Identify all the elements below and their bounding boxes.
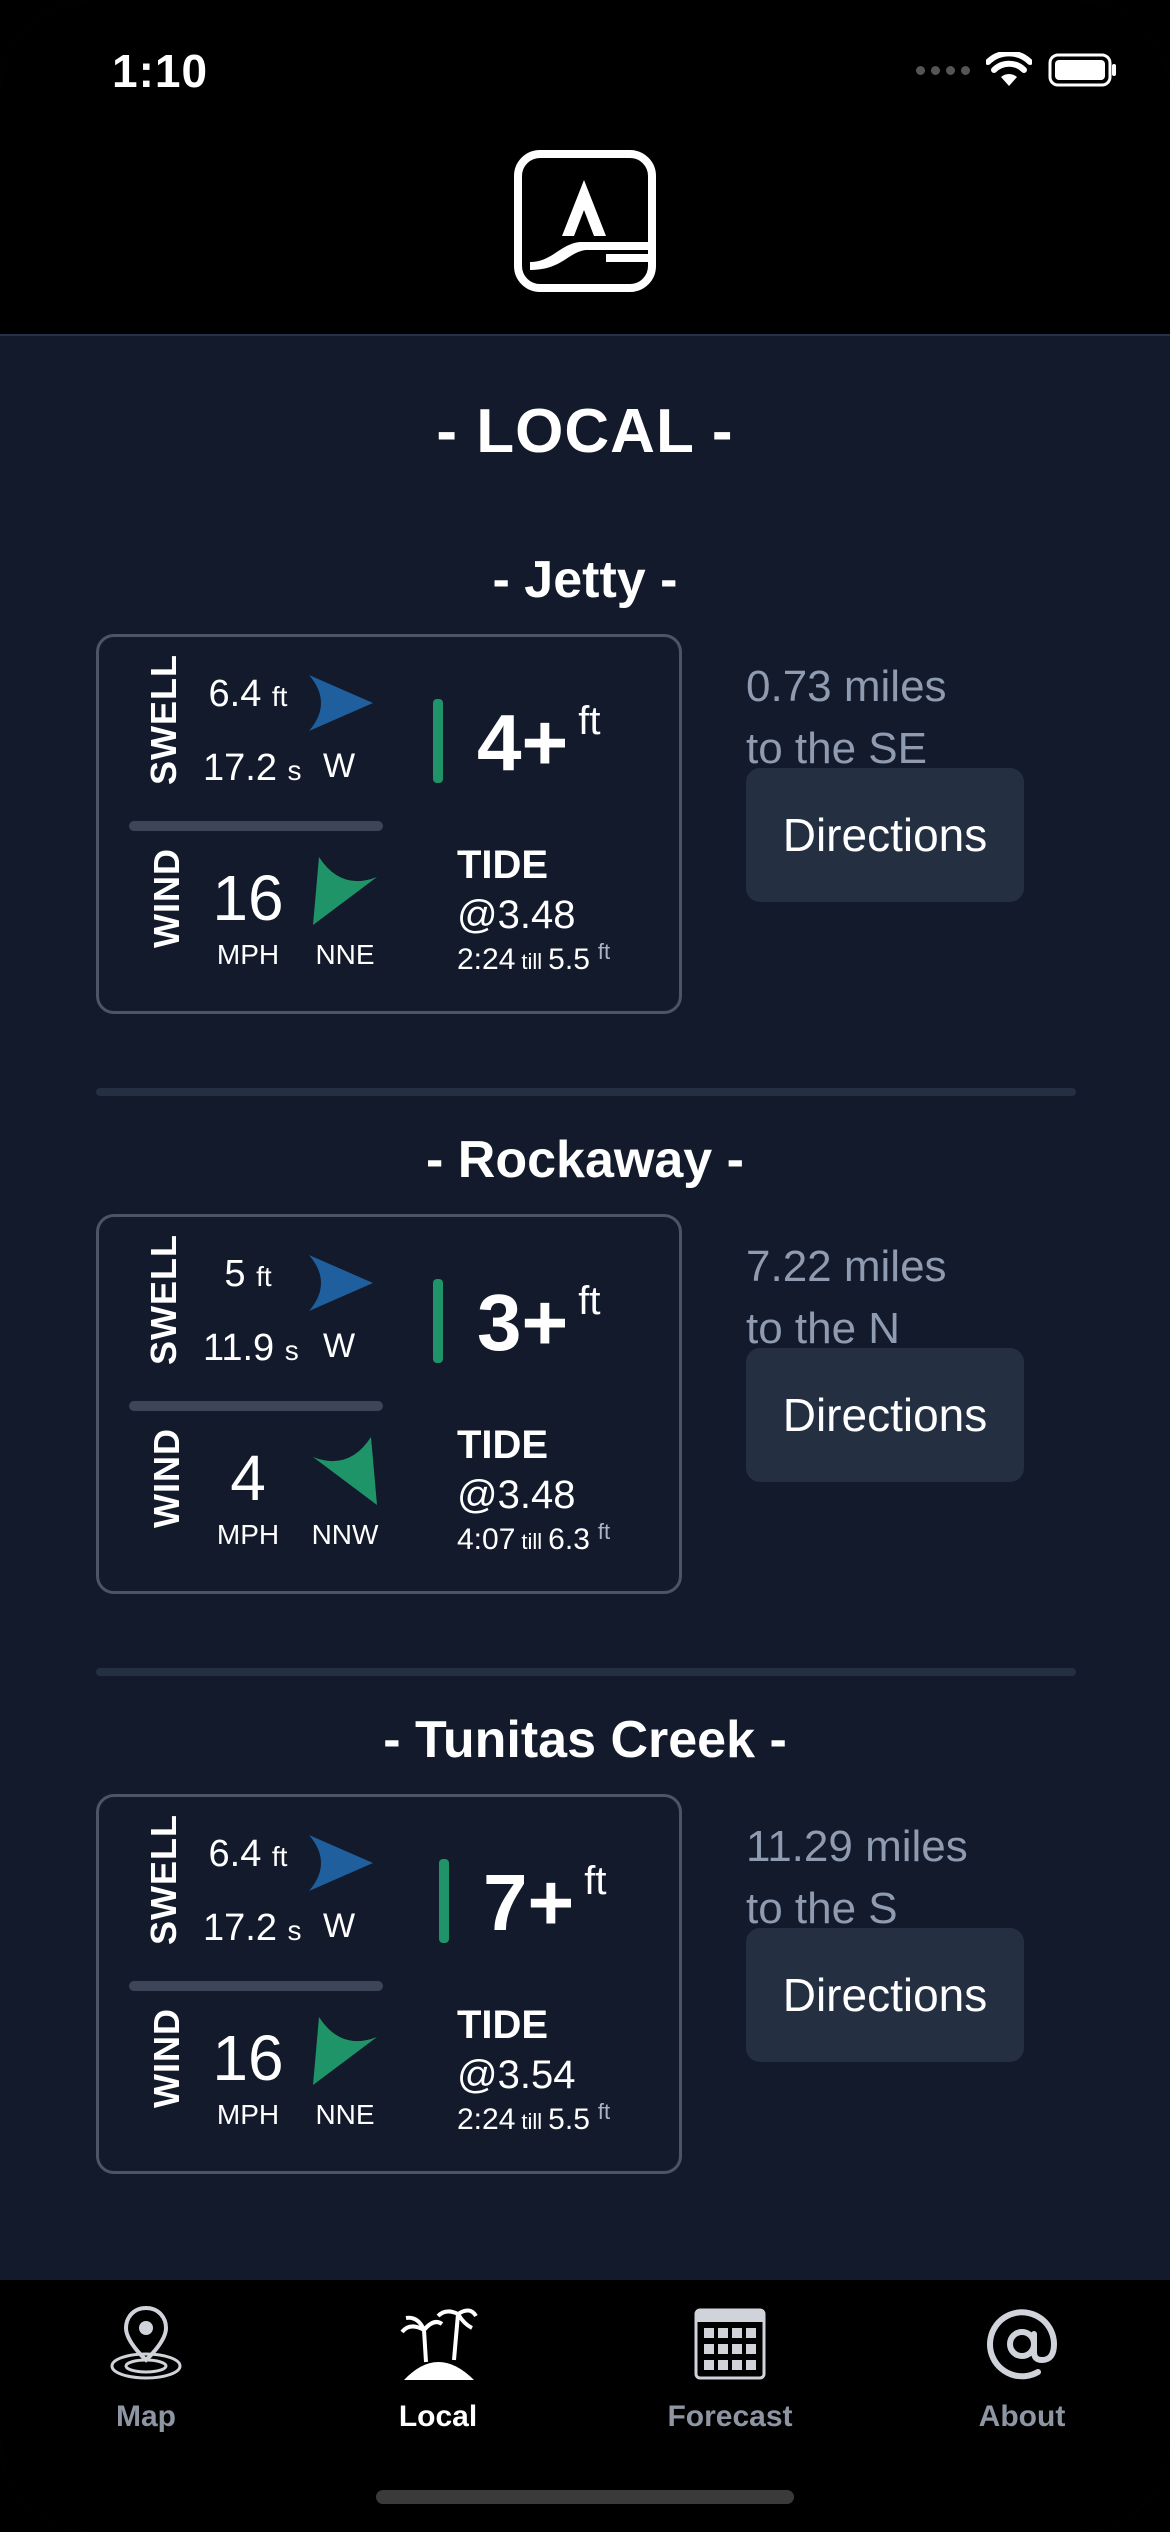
tide-label: TIDE bbox=[457, 2003, 549, 2047]
tide-next: 4:07 till 6.3 ft bbox=[457, 1519, 611, 1556]
swell-direction-arrow-icon bbox=[309, 675, 373, 731]
tab-label: Forecast bbox=[667, 2400, 793, 2433]
distance-miles: 0.73 miles bbox=[746, 662, 947, 711]
swell-label: SWELL bbox=[143, 1814, 184, 1945]
conditions-card[interactable]: SWELL 6.4 ft 17.2 s W 7+ ft WIND 16 MPH N… bbox=[96, 1794, 682, 2174]
map-pin-icon bbox=[110, 2305, 182, 2380]
wifi-icon bbox=[986, 52, 1032, 86]
distance-info: 0.73 miles to the SE bbox=[746, 656, 947, 780]
tab-label: Local bbox=[398, 2400, 478, 2433]
app-screen: 1:10 - LOCAL - - Jetty - SWELL 6.4 ft 17… bbox=[0, 0, 1170, 2532]
wind-unit: MPH bbox=[216, 2099, 280, 2130]
wave-height: 7+ ft bbox=[483, 1858, 607, 1947]
spot-divider bbox=[96, 1088, 1076, 1096]
distance-miles: 7.22 miles bbox=[746, 1242, 947, 1291]
wind-unit: MPH bbox=[216, 939, 280, 970]
tide-next: 2:24 till 5.5 ft bbox=[457, 2099, 611, 2136]
status-icons bbox=[916, 52, 1118, 88]
swell-direction-arrow-icon bbox=[309, 1255, 373, 1311]
wave-height: 4+ ft bbox=[477, 698, 601, 787]
distance-info: 7.22 miles to the N bbox=[746, 1236, 947, 1360]
battery-icon bbox=[1048, 53, 1116, 87]
wind-speed: 16 bbox=[212, 862, 284, 934]
wind-direction: NNW bbox=[311, 1519, 379, 1550]
accent-bar bbox=[433, 699, 443, 783]
calendar-icon bbox=[694, 2308, 766, 2380]
palm-island-icon bbox=[400, 2308, 478, 2380]
swell-height: 6.4 ft bbox=[208, 673, 288, 715]
tide-height: @3.48 bbox=[457, 893, 576, 937]
wind-label: WIND bbox=[146, 2008, 187, 2108]
spot-card-jetty: - Jetty - SWELL 6.4 ft 17.2 s W 4+ ft WIN… bbox=[0, 550, 1170, 1030]
home-indicator[interactable] bbox=[376, 2490, 794, 2504]
tab-map[interactable]: Map bbox=[46, 2304, 246, 2444]
accent-bar bbox=[439, 1859, 449, 1943]
tide-height: @3.54 bbox=[457, 2053, 576, 2097]
wind-unit: MPH bbox=[216, 1519, 280, 1550]
directions-button[interactable]: Directions bbox=[746, 1928, 1024, 2062]
tide-label: TIDE bbox=[457, 1423, 549, 1467]
spot-name: - Rockaway - bbox=[426, 1131, 744, 1189]
swell-direction-arrow-icon bbox=[309, 1835, 373, 1891]
accent-bar bbox=[433, 1279, 443, 1363]
header-divider bbox=[0, 334, 1170, 336]
card-separator bbox=[129, 821, 383, 831]
spot-card-tunitas-creek: - Tunitas Creek - SWELL 6.4 ft 17.2 s W … bbox=[0, 1710, 1170, 2190]
card-separator bbox=[129, 1981, 383, 1991]
tide-height: @3.48 bbox=[457, 1473, 576, 1517]
wind-direction-arrow-icon bbox=[313, 2017, 377, 2085]
conditions-card[interactable]: SWELL 6.4 ft 17.2 s W 4+ ft WIND 16 MPH N… bbox=[96, 634, 682, 1014]
device-notch bbox=[340, 0, 830, 100]
spot-divider bbox=[96, 1668, 1076, 1676]
spot-name: - Tunitas Creek - bbox=[383, 1711, 787, 1769]
swell-direction: W bbox=[322, 1327, 356, 1365]
swell-period: 17.2 s bbox=[203, 747, 302, 789]
swell-height: 6.4 ft bbox=[208, 1833, 288, 1875]
swell-period: 11.9 s bbox=[203, 1327, 299, 1369]
app-logo-icon bbox=[514, 150, 656, 292]
wind-direction: NNE bbox=[315, 2099, 375, 2130]
tab-label: About bbox=[978, 2400, 1066, 2433]
tide-next: 2:24 till 5.5 ft bbox=[457, 939, 611, 976]
conditions-card[interactable]: SWELL 5 ft 11.9 s W 3+ ft WIND 4 MPH NNW … bbox=[96, 1214, 682, 1594]
tide-label: TIDE bbox=[457, 843, 549, 887]
tab-forecast[interactable]: Forecast bbox=[630, 2304, 830, 2444]
cellular-signal-icon bbox=[916, 65, 970, 75]
directions-button[interactable]: Directions bbox=[746, 1348, 1024, 1482]
card-separator bbox=[129, 1401, 383, 1411]
tab-label: Map bbox=[116, 2400, 176, 2433]
wave-height: 3+ ft bbox=[477, 1278, 601, 1367]
swell-label: SWELL bbox=[143, 1234, 184, 1365]
directions-button[interactable]: Directions bbox=[746, 768, 1024, 902]
distance-miles: 11.29 miles bbox=[746, 1822, 968, 1871]
tab-about[interactable]: About bbox=[922, 2304, 1122, 2444]
at-sign-icon bbox=[987, 2309, 1058, 2380]
wind-speed: 4 bbox=[230, 1442, 266, 1514]
page-title: - LOCAL - bbox=[436, 397, 734, 466]
swell-height: 5 ft bbox=[224, 1253, 272, 1295]
wind-label: WIND bbox=[146, 848, 187, 948]
wind-speed: 16 bbox=[212, 2022, 284, 2094]
swell-period: 17.2 s bbox=[203, 1907, 302, 1949]
distance-info: 11.29 miles to the S bbox=[746, 1816, 968, 1940]
swell-label: SWELL bbox=[143, 654, 184, 785]
swell-direction: W bbox=[322, 747, 356, 785]
spot-name: - Jetty - bbox=[492, 551, 678, 609]
swell-direction: W bbox=[322, 1907, 356, 1945]
wind-label: WIND bbox=[146, 1428, 187, 1528]
tab-local[interactable]: Local bbox=[338, 2304, 538, 2444]
status-time: 1:10 bbox=[112, 45, 209, 97]
wind-direction: NNE bbox=[315, 939, 375, 970]
wind-direction-arrow-icon bbox=[313, 857, 377, 925]
wind-direction-arrow-icon bbox=[313, 1437, 377, 1505]
spot-card-rockaway: - Rockaway - SWELL 5 ft 11.9 s W 3+ ft WI… bbox=[0, 1130, 1170, 1610]
